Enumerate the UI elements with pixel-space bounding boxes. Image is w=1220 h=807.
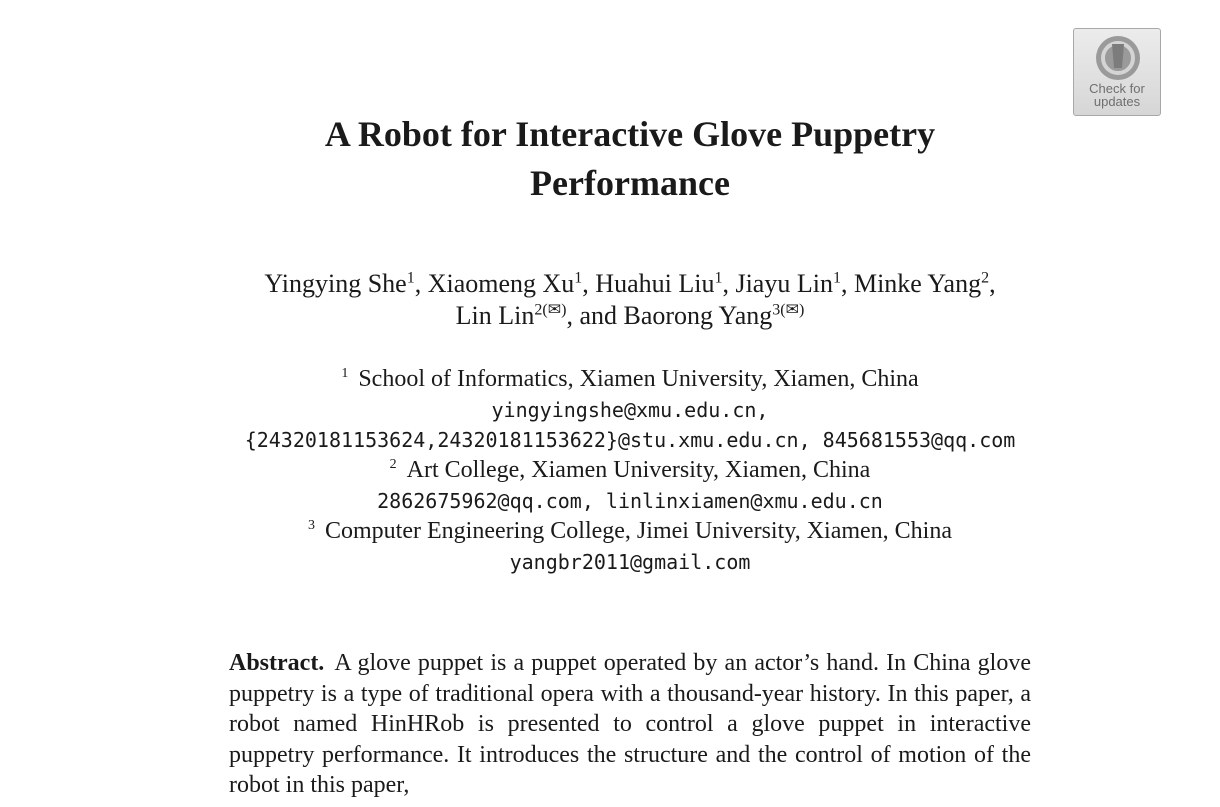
affiliation-3-email-line[interactable]: yangbr2011@gmail.com xyxy=(0,547,1220,577)
title-line-1: A Robot for Interactive Glove Puppetry xyxy=(324,114,936,154)
affiliation-name: School of Informatics, Xiamen University… xyxy=(358,366,919,392)
abstract: Abstract. A glove puppet is a puppet oper… xyxy=(229,648,1031,801)
affiliation-number: 2 xyxy=(389,457,397,472)
author-name: Xiaomeng Xu xyxy=(427,269,575,298)
affiliation-1-email-line-1[interactable]: yingyingshe@xmu.edu.cn, xyxy=(0,395,1220,425)
author-separator: , xyxy=(722,269,736,298)
affiliation-3: 3 Computer Engineering College, Jimei Uni… xyxy=(0,516,1220,546)
author-name: Jiayu Lin xyxy=(735,269,833,298)
author-name: Minke Yang xyxy=(853,269,982,298)
badge-label: Check for updates xyxy=(1089,81,1145,109)
author-affil-mark: 1 xyxy=(832,269,841,287)
author-affil-mark: 2(✉) xyxy=(534,301,567,319)
author-affil-mark: 3(✉) xyxy=(772,301,805,319)
author-name: Huahui Liu xyxy=(595,269,715,298)
crossmark-icon xyxy=(1096,36,1140,80)
affiliation-1: 1 School of Informatics, Xiamen Universit… xyxy=(0,364,1220,394)
affiliation-1-email-line-2[interactable]: {24320181153624,24320181153622}@stu.xmu.… xyxy=(0,425,1220,455)
check-for-updates-badge[interactable]: Check for updates xyxy=(1073,28,1161,116)
author-name: Lin Lin xyxy=(455,301,535,330)
affiliation-2: 2 Art College, Xiamen University, Xiamen,… xyxy=(0,455,1220,485)
paper-title: A Robot for Interactive Glove Puppetry P… xyxy=(0,110,1220,208)
author-list: Yingying She1, Xiaomeng Xu1, Huahui Liu1… xyxy=(0,268,1220,332)
author-separator: , xyxy=(989,269,996,298)
author-affil-mark: 2 xyxy=(981,269,990,287)
author-name: Baorong Yang xyxy=(623,301,773,330)
affiliation-name: Art College, Xiamen University, Xiamen, … xyxy=(406,457,871,483)
author-separator: , xyxy=(582,269,596,298)
author-affil-mark: 1 xyxy=(406,269,415,287)
affiliation-number: 3 xyxy=(308,518,315,533)
author-separator: , xyxy=(840,269,854,298)
affiliation-number: 1 xyxy=(341,366,349,381)
affiliation-name: Computer Engineering College, Jimei Univ… xyxy=(325,518,952,544)
author-separator: , xyxy=(414,269,428,298)
title-line-2: Performance xyxy=(530,163,730,203)
author-name: Yingying She xyxy=(264,269,407,298)
author-separator: , and xyxy=(566,301,624,330)
abstract-text: A glove puppet is a puppet operated by a… xyxy=(229,650,1031,798)
affiliation-2-email-line[interactable]: 2862675962@qq.com, linlinxiamen@xmu.edu.… xyxy=(0,486,1220,516)
abstract-label: Abstract. xyxy=(229,650,325,676)
